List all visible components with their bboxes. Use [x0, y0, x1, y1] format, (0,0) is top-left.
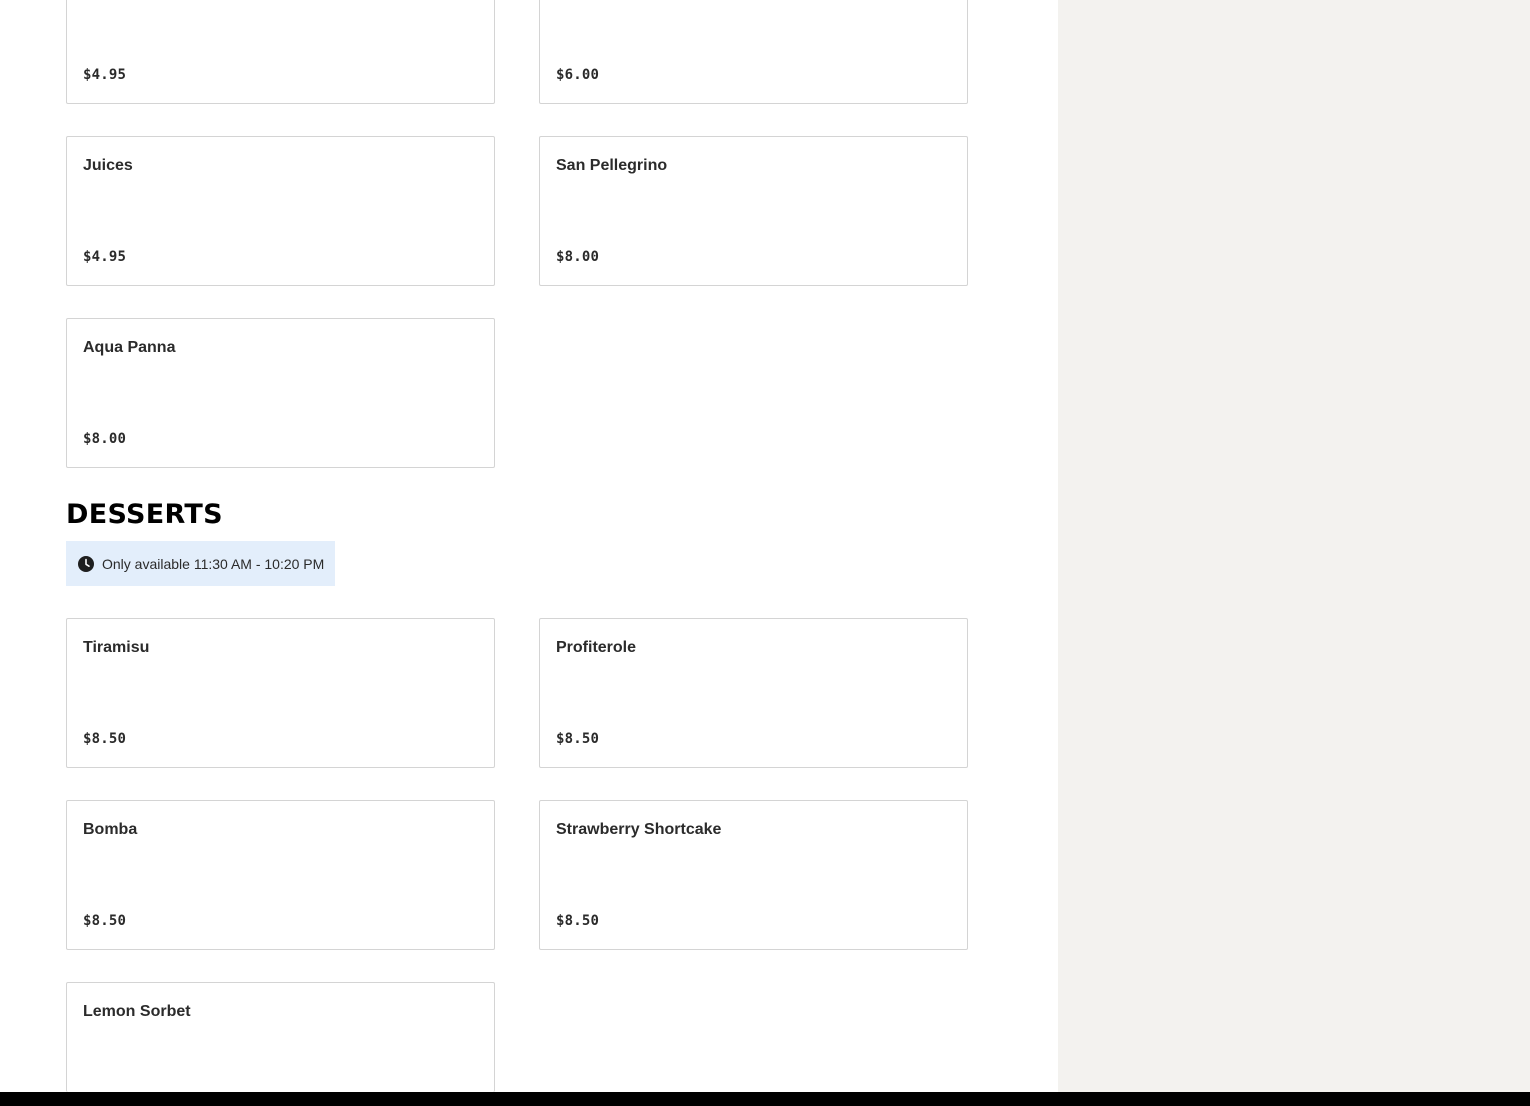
menu-item-card[interactable]: Aqua Panna $8.00 — [66, 318, 495, 468]
menu-content: $4.95 $6.00 Juices $4.95 San Pellegrino … — [0, 0, 1058, 1106]
bottom-bar — [0, 1092, 1530, 1106]
availability-badge: Only available 11:30 AM - 10:20 PM — [66, 541, 335, 586]
menu-item-name: Tiramisu — [83, 639, 150, 656]
side-panel — [1058, 0, 1530, 1106]
menu-item-price: $8.50 — [556, 913, 600, 929]
availability-text: Only available 11:30 AM - 10:20 PM — [102, 555, 325, 572]
menu-item-name: Lemon Sorbet — [83, 1003, 191, 1020]
menu-item-card[interactable]: Lemon Sorbet — [66, 982, 495, 1092]
menu-item-price: $8.00 — [83, 431, 127, 447]
menu-item-name: Bomba — [83, 821, 138, 838]
menu-item-price: $8.50 — [556, 731, 600, 747]
menu-item-card[interactable]: $6.00 — [539, 0, 968, 104]
menu-item-price: $8.50 — [83, 731, 127, 747]
menu-item-name: San Pellegrino — [556, 157, 668, 174]
menu-item-price: $4.95 — [83, 67, 127, 83]
menu-item-card[interactable]: Strawberry Shortcake $8.50 — [539, 800, 968, 950]
menu-item-card[interactable]: Profiterole $8.50 — [539, 618, 968, 768]
menu-item-name: Aqua Panna — [83, 339, 176, 356]
menu-item-name: Strawberry Shortcake — [556, 821, 722, 838]
menu-item-card[interactable]: Bomba $8.50 — [66, 800, 495, 950]
menu-item-card[interactable]: San Pellegrino $8.00 — [539, 136, 968, 286]
clock-icon — [78, 555, 94, 572]
menu-item-price: $4.95 — [83, 249, 127, 265]
menu-item-name: Juices — [83, 157, 133, 174]
menu-item-card[interactable]: Tiramisu $8.50 — [66, 618, 495, 768]
menu-item-card[interactable]: Juices $4.95 — [66, 136, 495, 286]
menu-item-name: Profiterole — [556, 639, 637, 656]
menu-item-card[interactable]: $4.95 — [66, 0, 495, 104]
menu-item-price: $8.50 — [83, 913, 127, 929]
section-title-desserts: DESSERTS — [66, 499, 223, 530]
menu-item-price: $6.00 — [556, 67, 600, 83]
menu-item-price: $8.00 — [556, 249, 600, 265]
